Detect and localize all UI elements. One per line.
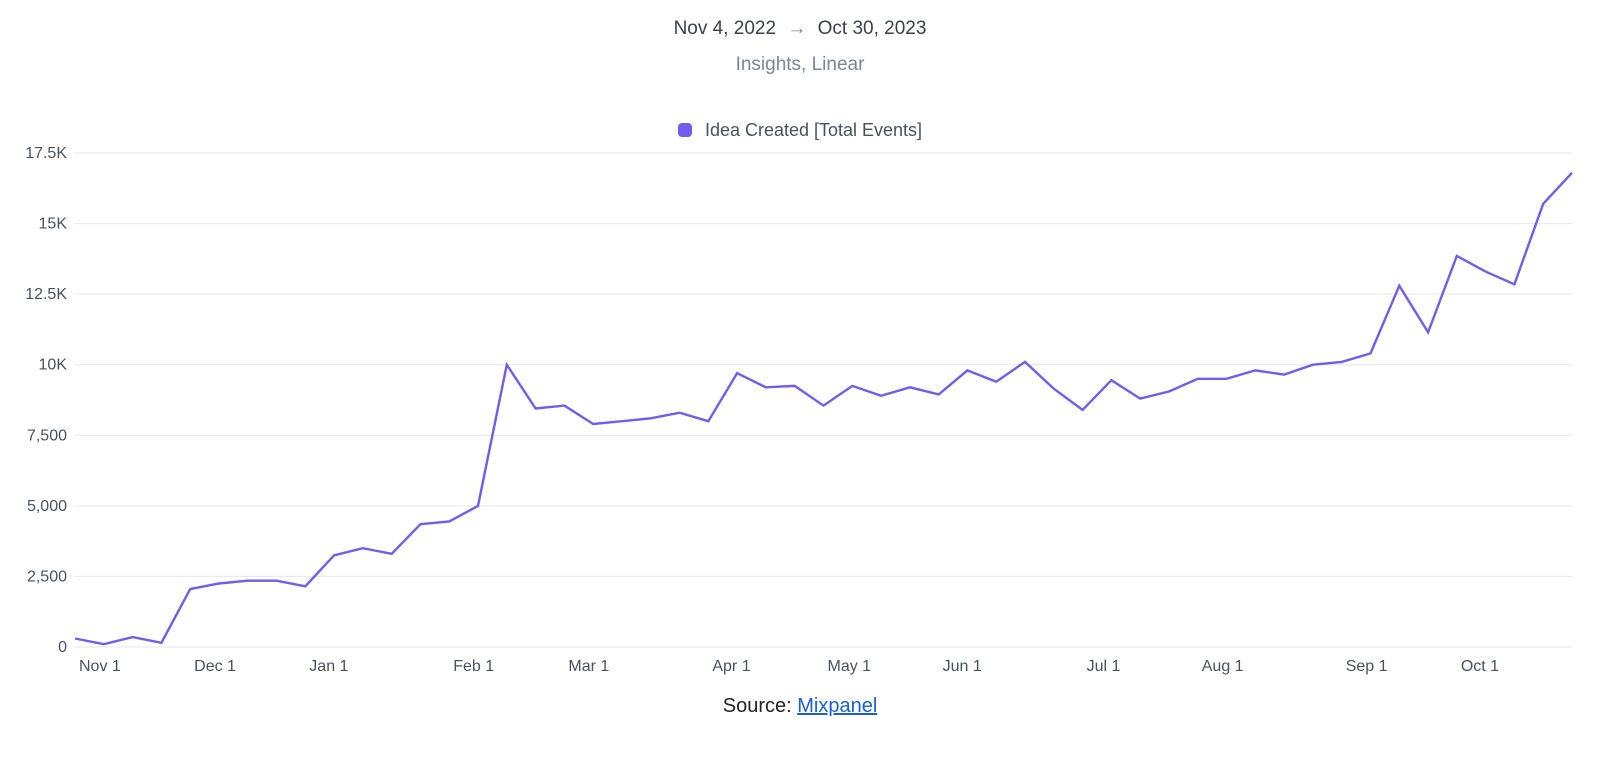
arrow-right-icon: →: [787, 18, 806, 39]
svg-text:Apr 1: Apr 1: [712, 658, 750, 675]
svg-text:17.5K: 17.5K: [25, 147, 67, 162]
svg-text:Sep 1: Sep 1: [1346, 658, 1388, 675]
svg-text:Oct 1: Oct 1: [1461, 658, 1499, 675]
svg-text:0: 0: [58, 639, 67, 656]
svg-text:Jul 1: Jul 1: [1087, 658, 1121, 675]
source-prefix: Source:: [723, 695, 797, 717]
chart-title: Nov 4, 2022 → Oct 30, 2023: [0, 18, 1600, 40]
chart-source: Source: Mixpanel: [0, 695, 1600, 718]
svg-text:5,000: 5,000: [27, 498, 67, 515]
svg-text:2,500: 2,500: [27, 568, 67, 585]
line-chart-svg: 0 2,500 5,000 7,500 10K 12.5K 15K 17.5K Nov 1 Dec…: [20, 147, 1580, 687]
svg-text:Mar 1: Mar 1: [568, 658, 609, 675]
svg-text:May 1: May 1: [828, 658, 872, 675]
svg-text:Jan 1: Jan 1: [309, 658, 348, 675]
svg-text:10K: 10K: [39, 357, 68, 374]
svg-text:Nov 1: Nov 1: [79, 658, 121, 675]
legend-label: Idea Created [Total Events]: [705, 120, 922, 140]
chart-area: 0 2,500 5,000 7,500 10K 12.5K 15K 17.5K Nov 1 Dec…: [20, 147, 1580, 687]
svg-text:12.5K: 12.5K: [25, 286, 67, 303]
series-line: [75, 173, 1572, 644]
svg-text:7,500: 7,500: [27, 427, 67, 444]
date-range-to: Oct 30, 2023: [818, 18, 927, 39]
svg-text:Feb 1: Feb 1: [453, 658, 494, 675]
svg-text:Aug 1: Aug 1: [1202, 658, 1244, 675]
svg-text:15K: 15K: [39, 216, 68, 233]
svg-text:Dec 1: Dec 1: [194, 658, 236, 675]
date-range-from: Nov 4, 2022: [674, 18, 776, 39]
legend-swatch-icon: [678, 123, 692, 137]
chart-subtitle: Insights, Linear: [0, 54, 1600, 76]
chart-legend: Idea Created [Total Events]: [0, 120, 1600, 141]
source-link[interactable]: Mixpanel: [797, 695, 877, 717]
svg-text:Jun 1: Jun 1: [943, 658, 982, 675]
